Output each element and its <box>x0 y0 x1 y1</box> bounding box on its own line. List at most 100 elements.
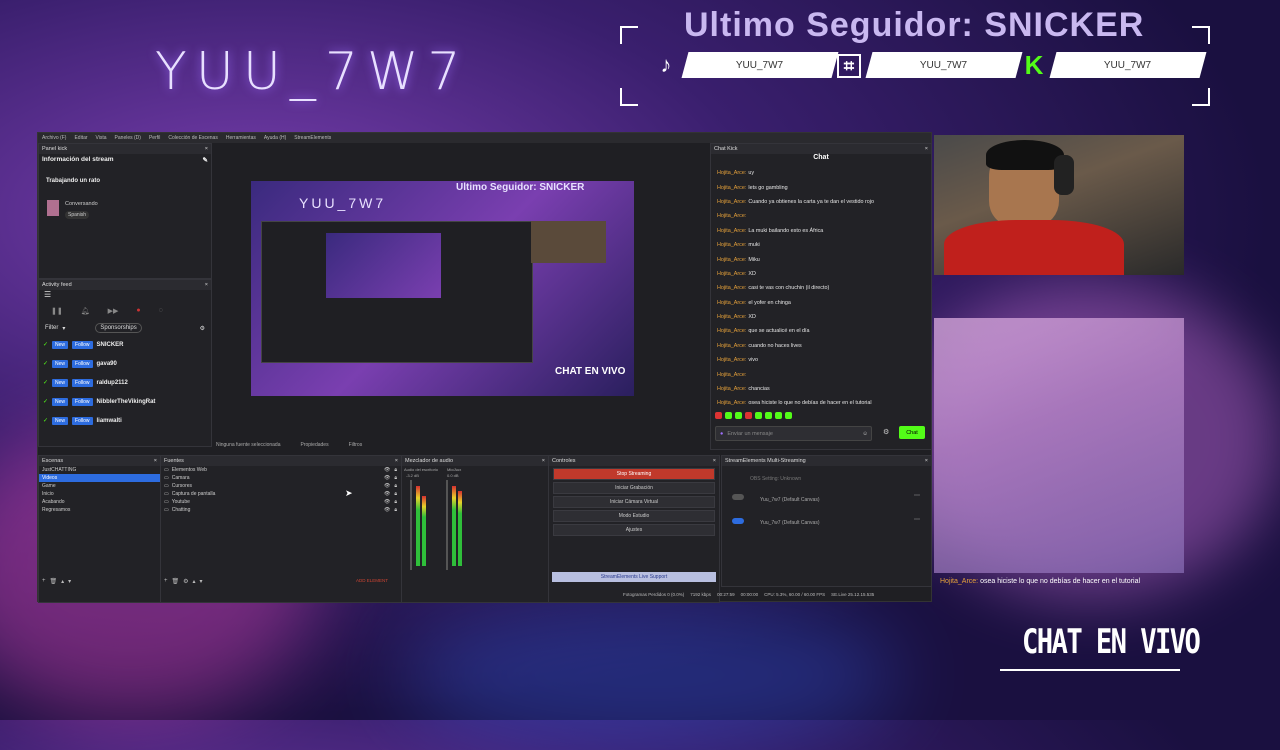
menu-icon[interactable]: ☰ <box>39 290 211 299</box>
properties-button[interactable]: Propiedades <box>301 442 329 448</box>
source-item[interactable]: ▭ Youtube 👁︎ 🔒︎ <box>161 498 401 506</box>
menu-item[interactable]: Ayuda (H) <box>264 135 286 141</box>
lock-icon[interactable]: 🔒︎ <box>394 467 397 473</box>
scene-item[interactable]: Inicio <box>39 490 160 498</box>
chat-username[interactable]: Hojita_Arce: <box>717 185 746 191</box>
move-up-icon[interactable]: ▴ <box>61 578 64 585</box>
chevron-down-icon[interactable]: ▾ <box>62 325 65 332</box>
source-item[interactable]: ▭ Camara 👁︎ 🔒︎ <box>161 474 401 482</box>
volume-slider-desktop[interactable] <box>410 480 412 570</box>
move-down-icon[interactable]: ▾ <box>68 578 71 585</box>
menu-item[interactable]: StreamElements <box>294 135 331 141</box>
chat-username[interactable]: Hojita_Arce: <box>717 372 746 378</box>
emote-icon[interactable] <box>765 412 772 419</box>
menu-item[interactable]: Paneles (D) <box>115 135 141 141</box>
lock-icon[interactable]: 🔒︎ <box>394 491 397 497</box>
chat-username[interactable]: Hojita_Arce: <box>717 242 746 248</box>
emote-icon[interactable] <box>785 412 792 419</box>
lock-icon[interactable]: 🔒︎ <box>394 475 397 481</box>
eye-icon[interactable]: 👁︎ <box>384 483 390 489</box>
menu-item[interactable]: Editar <box>74 135 87 141</box>
menu-item[interactable]: Herramientas <box>226 135 256 141</box>
chat-username[interactable]: Hojita_Arce: <box>717 343 746 349</box>
eye-icon[interactable]: 👁︎ <box>384 467 390 473</box>
emote-icon[interactable] <box>715 412 722 419</box>
eye-icon[interactable]: 👁︎ <box>384 491 390 497</box>
lock-icon[interactable]: 🔒︎ <box>394 507 397 513</box>
chat-send-button[interactable]: Chat <box>899 426 925 439</box>
emote-icon[interactable] <box>725 412 732 419</box>
add-element-button[interactable]: ADD ELEMENT <box>356 578 388 583</box>
add-icon[interactable]: + <box>164 578 168 585</box>
source-item[interactable]: ▭ Elementos Web 👁︎ 🔒︎ <box>161 466 401 474</box>
chat-username[interactable]: Hojita_Arce: <box>717 386 746 392</box>
close-icon[interactable]: × <box>542 458 545 464</box>
volume-slider-mic[interactable] <box>446 480 448 570</box>
stop-streaming-button[interactable]: Stop Streaming <box>553 468 715 480</box>
chat-username[interactable]: Hojita_Arce: <box>717 357 746 363</box>
live-support-button[interactable]: StreamElements Live Support <box>552 572 716 582</box>
emote-icon[interactable] <box>775 412 782 419</box>
scene-item[interactable]: Videos <box>39 474 160 482</box>
edit-icon[interactable]: ✎ <box>203 156 208 164</box>
move-down-icon[interactable]: ▾ <box>200 578 203 585</box>
close-icon[interactable]: × <box>154 458 157 464</box>
menu-item[interactable]: Vista <box>96 135 107 141</box>
menu-item[interactable]: Archivo (F) <box>42 135 66 141</box>
remove-icon[interactable]: 🗑︎ <box>50 578 58 585</box>
scene-item[interactable]: Acabando <box>39 498 160 506</box>
close-icon[interactable]: × <box>205 146 208 152</box>
menu-item[interactable]: Colección de Escenas <box>168 135 217 141</box>
close-icon[interactable]: × <box>925 146 928 152</box>
mute-icon[interactable]: ◌ <box>159 307 163 315</box>
record-icon[interactable]: ● <box>136 307 140 315</box>
close-icon[interactable]: × <box>205 282 208 288</box>
pause-icon[interactable]: ❚❚ <box>51 307 63 315</box>
more-icon[interactable]: ⋯ <box>914 516 920 523</box>
source-item[interactable]: ▭ Chatting 👁︎ 🔒︎ <box>161 506 401 514</box>
close-icon[interactable]: × <box>395 458 398 464</box>
settings-icon[interactable]: ⚙ <box>183 578 188 585</box>
chat-username[interactable]: Hojita_Arce: <box>717 213 746 219</box>
chat-username[interactable]: Hojita_Arce: <box>717 199 746 205</box>
settings-icon[interactable]: ⚙ <box>883 428 889 436</box>
chat-username[interactable]: Hojita_Arce: <box>717 328 746 334</box>
chat-username[interactable]: Hojita_Arce: <box>717 257 746 263</box>
virtual-camera-button[interactable]: Iniciar Cámara Virtual <box>553 496 715 508</box>
toggle-switch[interactable] <box>732 518 744 524</box>
eye-icon[interactable]: 👁︎ <box>384 475 390 481</box>
chat-input[interactable]: ● Enviar un mensaje ☺ <box>715 426 872 441</box>
studio-mode-button[interactable]: Modo Estudio <box>553 510 715 522</box>
settings-icon[interactable]: ⚙ <box>200 325 205 332</box>
chat-username[interactable]: Hojita_Arce: <box>717 271 746 277</box>
scene-item[interactable]: JustCHATTING <box>39 466 160 474</box>
filters-button[interactable]: Filtros <box>349 442 363 448</box>
settings-button[interactable]: Ajustes <box>553 524 715 536</box>
move-up-icon[interactable]: ▴ <box>193 578 196 585</box>
emoji-icon[interactable]: ☺ <box>862 431 868 437</box>
eye-icon[interactable]: 👁︎ <box>384 507 390 513</box>
emote-icon[interactable] <box>745 412 752 419</box>
scene-item[interactable]: Regresamos <box>39 506 160 514</box>
chat-username[interactable]: Hojita_Arce: <box>717 314 746 320</box>
emote-icon[interactable] <box>735 412 742 419</box>
source-item[interactable]: ▭ Cursores 👁︎ 🔒︎ <box>161 482 401 490</box>
source-item[interactable]: ▭ Captura de pantalla 👁︎ 🔒︎ <box>161 490 401 498</box>
menu-item[interactable]: Perfil <box>149 135 160 141</box>
more-icon[interactable]: ⋯ <box>914 492 920 499</box>
chat-username[interactable]: Hojita_Arce: <box>717 170 746 176</box>
close-icon[interactable]: × <box>925 458 928 464</box>
sponsorships-button[interactable]: Sponsorships <box>95 323 142 333</box>
chat-username[interactable]: Hojita_Arce: <box>717 400 746 406</box>
lock-icon[interactable]: 🔒︎ <box>394 499 397 505</box>
emote-icon[interactable] <box>755 412 762 419</box>
close-icon[interactable]: × <box>713 458 716 464</box>
filter-dropdown[interactable]: Filter <box>45 325 58 331</box>
remove-icon[interactable]: 🗑︎ <box>172 578 180 585</box>
chat-username[interactable]: Hojita_Arce: <box>717 285 746 291</box>
chat-username[interactable]: Hojita_Arce: <box>717 300 746 306</box>
lock-icon[interactable]: 🔒︎ <box>394 483 397 489</box>
bell-icon[interactable]: 🔔︎ <box>81 307 90 315</box>
start-recording-button[interactable]: Iniciar Grabación <box>553 482 715 494</box>
eye-icon[interactable]: 👁︎ <box>384 499 390 505</box>
